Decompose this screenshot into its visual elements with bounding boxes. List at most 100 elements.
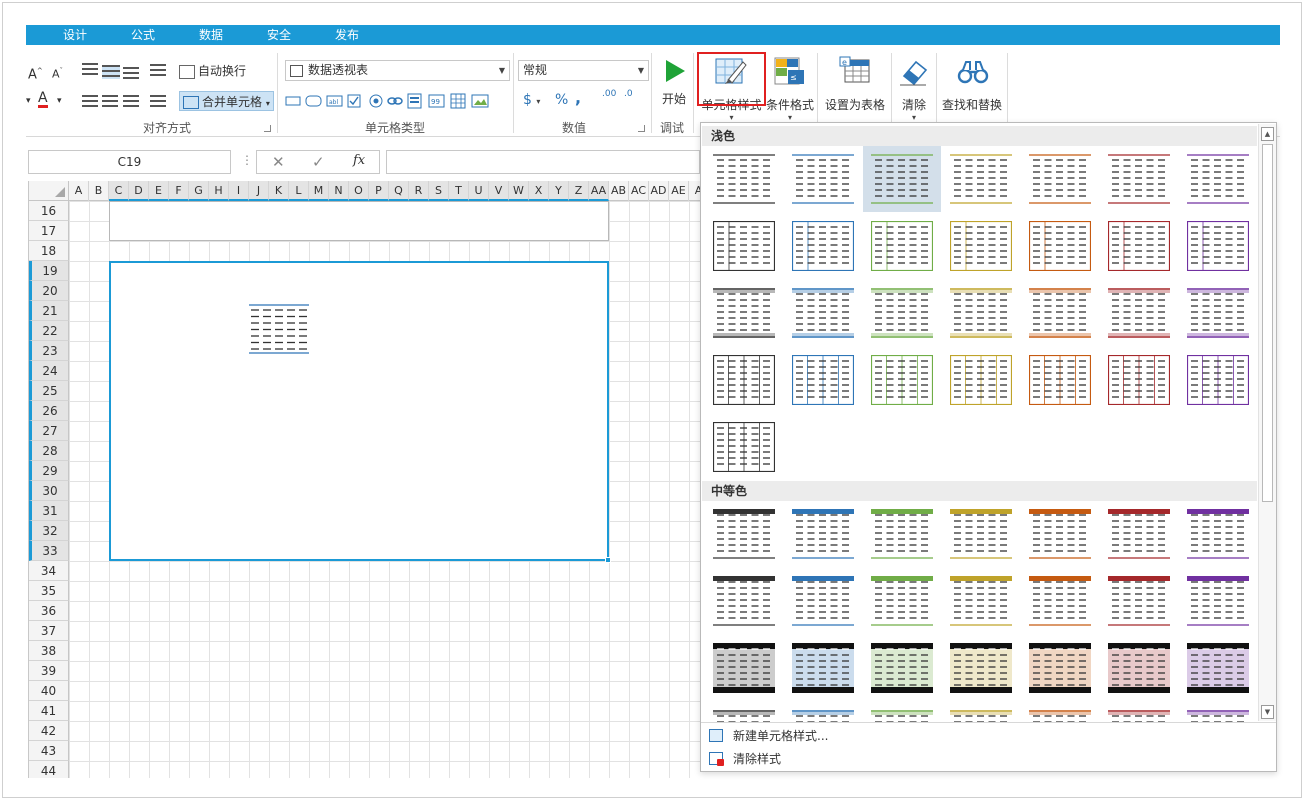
style-thumbnail[interactable] bbox=[1179, 568, 1257, 634]
row-header[interactable]: 21 bbox=[29, 301, 69, 321]
number-format-combo[interactable]: 常规 ▼ bbox=[518, 60, 649, 81]
column-header[interactable]: L bbox=[289, 181, 309, 201]
style-thumbnail[interactable] bbox=[1179, 146, 1257, 212]
row-header[interactable]: 17 bbox=[29, 221, 69, 241]
style-thumbnail[interactable] bbox=[1100, 568, 1178, 634]
style-thumbnail[interactable] bbox=[942, 635, 1020, 701]
column-header[interactable]: AA bbox=[589, 181, 609, 201]
font-size-dropdown-icon[interactable]: ▾ bbox=[26, 93, 31, 109]
column-header[interactable]: Z bbox=[569, 181, 589, 201]
row-header[interactable]: 28 bbox=[29, 441, 69, 461]
more-icon[interactable]: ⋮ bbox=[241, 153, 253, 167]
row-header[interactable]: 22 bbox=[29, 321, 69, 341]
column-header[interactable]: AC bbox=[629, 181, 649, 201]
style-thumbnail[interactable] bbox=[1179, 501, 1257, 567]
column-header[interactable]: K bbox=[269, 181, 289, 201]
wrap-text-button[interactable]: 自动换行 bbox=[179, 61, 246, 81]
column-header[interactable]: A bbox=[689, 181, 700, 201]
tab-formulas[interactable]: 公式 bbox=[131, 26, 155, 44]
name-box[interactable]: C19 bbox=[28, 150, 231, 174]
column-header[interactable]: H bbox=[209, 181, 229, 201]
style-thumbnail[interactable] bbox=[784, 280, 862, 346]
currency-icon[interactable]: $ ▾ bbox=[523, 92, 540, 110]
column-header[interactable]: S bbox=[429, 181, 449, 201]
style-thumbnail[interactable] bbox=[1179, 280, 1257, 346]
column-header[interactable]: E bbox=[149, 181, 169, 201]
align-left-icon[interactable] bbox=[82, 95, 98, 109]
style-thumbnail[interactable] bbox=[942, 280, 1020, 346]
row-header[interactable]: 33 bbox=[29, 541, 69, 561]
scroll-down-icon[interactable]: ▼ bbox=[1261, 705, 1274, 719]
clear-style-item[interactable]: 清除样式 bbox=[707, 748, 1267, 770]
align-right-icon[interactable] bbox=[123, 95, 139, 109]
row-header[interactable]: 29 bbox=[29, 461, 69, 481]
row-header[interactable]: 41 bbox=[29, 701, 69, 721]
row-header[interactable]: 24 bbox=[29, 361, 69, 381]
style-thumbnail[interactable] bbox=[784, 501, 862, 567]
column-header[interactable]: M bbox=[309, 181, 329, 201]
style-thumbnail[interactable] bbox=[1021, 635, 1099, 701]
row-header[interactable]: 18 bbox=[29, 241, 69, 261]
increase-indent-icon[interactable] bbox=[150, 95, 166, 109]
column-header[interactable]: AB bbox=[609, 181, 629, 201]
merged-cell-c16[interactable] bbox=[109, 201, 609, 241]
column-header[interactable]: Q bbox=[389, 181, 409, 201]
style-thumbnail[interactable] bbox=[705, 568, 783, 634]
align-center-icon[interactable] bbox=[102, 95, 118, 109]
clear-button[interactable]: 清除 ▾ bbox=[894, 53, 934, 122]
style-thumbnail[interactable] bbox=[1179, 635, 1257, 701]
row-header[interactable]: 26 bbox=[29, 401, 69, 421]
style-thumbnail[interactable] bbox=[1100, 635, 1178, 701]
style-thumbnail[interactable] bbox=[1100, 347, 1178, 413]
style-thumbnail[interactable] bbox=[705, 414, 783, 480]
column-header[interactable]: V bbox=[489, 181, 509, 201]
style-thumbnail[interactable] bbox=[942, 347, 1020, 413]
style-thumbnail[interactable] bbox=[863, 347, 941, 413]
style-thumbnail[interactable] bbox=[705, 635, 783, 701]
row-header[interactable]: 19 bbox=[29, 261, 69, 281]
tab-data[interactable]: 数据 bbox=[199, 26, 223, 44]
column-header[interactable]: U bbox=[469, 181, 489, 201]
style-thumbnail[interactable] bbox=[784, 146, 862, 212]
row-header[interactable]: 38 bbox=[29, 641, 69, 661]
style-thumbnail[interactable] bbox=[1021, 280, 1099, 346]
merged-cell-c19-selected[interactable] bbox=[109, 261, 611, 563]
row-header[interactable]: 43 bbox=[29, 741, 69, 761]
tab-publish[interactable]: 发布 bbox=[335, 26, 359, 44]
pivot-combo[interactable]: 数据透视表 ▼ bbox=[285, 60, 510, 81]
column-header[interactable]: O bbox=[349, 181, 369, 201]
column-header[interactable]: W bbox=[509, 181, 529, 201]
style-thumbnail[interactable] bbox=[784, 568, 862, 634]
confirm-icon[interactable]: ✓ bbox=[312, 153, 325, 171]
style-thumbnail[interactable] bbox=[863, 146, 941, 212]
style-thumbnail[interactable] bbox=[784, 213, 862, 279]
tab-security[interactable]: 安全 bbox=[267, 26, 291, 44]
style-thumbnail[interactable] bbox=[784, 347, 862, 413]
cancel-icon[interactable]: ✕ bbox=[272, 153, 285, 171]
row-header[interactable]: 37 bbox=[29, 621, 69, 641]
column-header[interactable]: AD bbox=[649, 181, 669, 201]
font-color-dropdown-icon[interactable]: ▾ bbox=[57, 93, 62, 109]
fx-icon[interactable]: fx bbox=[353, 153, 365, 168]
column-header[interactable]: G bbox=[189, 181, 209, 201]
row-header[interactable]: 16 bbox=[29, 201, 69, 221]
row-header[interactable]: 30 bbox=[29, 481, 69, 501]
scroll-up-icon[interactable]: ▲ bbox=[1261, 127, 1274, 141]
comma-icon[interactable]: , bbox=[575, 90, 581, 106]
column-header[interactable]: P bbox=[369, 181, 389, 201]
style-thumbnail[interactable] bbox=[1021, 146, 1099, 212]
row-header[interactable]: 39 bbox=[29, 661, 69, 681]
row-header[interactable]: 35 bbox=[29, 581, 69, 601]
column-header[interactable]: I bbox=[229, 181, 249, 201]
style-thumbnail[interactable] bbox=[1021, 347, 1099, 413]
font-grow-icon[interactable]: A^ bbox=[28, 63, 43, 83]
column-header[interactable]: B bbox=[89, 181, 109, 201]
style-thumbnail[interactable] bbox=[705, 146, 783, 212]
align-bottom-icon[interactable] bbox=[123, 67, 139, 81]
find-replace-button[interactable]: 查找和替换 bbox=[940, 53, 1004, 119]
decrease-indent-icon[interactable] bbox=[150, 64, 166, 78]
row-header[interactable]: 31 bbox=[29, 501, 69, 521]
row-header[interactable]: 25 bbox=[29, 381, 69, 401]
style-thumbnail[interactable] bbox=[705, 501, 783, 567]
style-thumbnail[interactable] bbox=[784, 635, 862, 701]
